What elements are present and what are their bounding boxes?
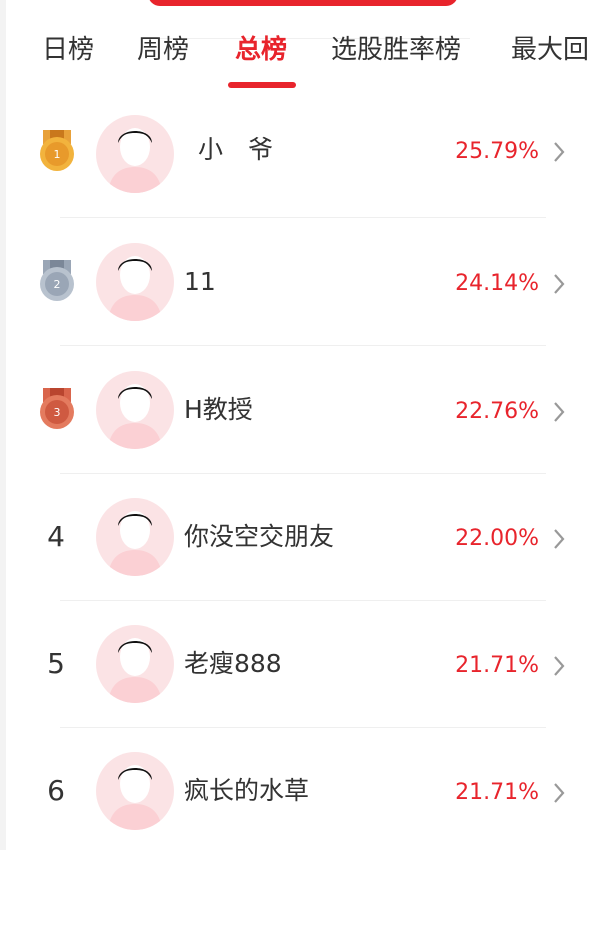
ranking-tabs: 日榜 周榜 总榜 选股胜率榜 最大回 xyxy=(0,18,591,90)
user-name[interactable]: 你没空交朋友 xyxy=(184,519,334,555)
user-name[interactable]: 老瘦888 xyxy=(184,646,282,682)
rank-number: 4 xyxy=(47,520,65,553)
avatar[interactable] xyxy=(96,371,174,449)
return-percentage: 22.00% xyxy=(455,526,539,551)
avatar[interactable] xyxy=(96,115,174,193)
return-percentage: 22.76% xyxy=(455,399,539,424)
user-avatar-icon xyxy=(108,128,162,193)
list-item[interactable]: 5 老瘦888 21.71% xyxy=(0,600,591,728)
user-avatar-icon xyxy=(108,638,162,703)
top-red-button[interactable] xyxy=(148,0,458,6)
active-tab-indicator xyxy=(228,82,296,88)
user-avatar-icon xyxy=(108,765,162,830)
chevron-right-icon[interactable] xyxy=(549,652,569,680)
chevron-right-icon[interactable] xyxy=(549,138,569,166)
user-avatar-icon xyxy=(108,256,162,321)
return-percentage: 21.71% xyxy=(455,653,539,678)
list-item[interactable]: 2 11 24.14% xyxy=(0,218,591,346)
tab-overall[interactable]: 总榜 xyxy=(235,32,287,68)
user-name[interactable]: 11 xyxy=(184,264,216,300)
tab-max-drawdown[interactable]: 最大回 xyxy=(511,32,589,68)
list-item[interactable]: 4 你没空交朋友 22.00% xyxy=(0,473,591,601)
svg-text:1: 1 xyxy=(54,148,61,161)
return-percentage: 21.71% xyxy=(455,780,539,805)
user-name[interactable]: H教授 xyxy=(184,392,253,428)
avatar[interactable] xyxy=(96,243,174,321)
user-name[interactable]: 疯长的水草 xyxy=(184,773,309,809)
chevron-right-icon[interactable] xyxy=(549,779,569,807)
tab-weekly[interactable]: 周榜 xyxy=(137,32,189,68)
list-item[interactable]: 3 H教授 22.76% xyxy=(0,346,591,474)
chevron-right-icon[interactable] xyxy=(549,525,569,553)
return-percentage: 25.79% xyxy=(455,139,539,164)
svg-text:2: 2 xyxy=(54,278,61,291)
chevron-right-icon[interactable] xyxy=(549,270,569,298)
avatar[interactable] xyxy=(96,498,174,576)
user-avatar-icon xyxy=(108,384,162,449)
svg-text:3: 3 xyxy=(54,406,61,419)
rank-number: 6 xyxy=(47,774,65,807)
avatar[interactable] xyxy=(96,752,174,830)
list-item[interactable]: 1 小 爷 25.79% xyxy=(0,90,591,218)
tab-win-rate[interactable]: 选股胜率榜 xyxy=(331,32,461,68)
bronze-medal-icon: 3 xyxy=(40,388,74,429)
silver-medal-icon: 2 xyxy=(40,260,74,301)
user-avatar-icon xyxy=(108,511,162,576)
rank-number: 5 xyxy=(47,647,65,680)
gold-medal-icon: 1 xyxy=(40,130,74,171)
list-item[interactable]: 6 疯长的水草 21.71% xyxy=(0,727,591,854)
avatar[interactable] xyxy=(96,625,174,703)
tab-daily[interactable]: 日榜 xyxy=(42,32,94,68)
chevron-right-icon[interactable] xyxy=(549,398,569,426)
user-name[interactable]: 小 爷 xyxy=(198,132,273,168)
return-percentage: 24.14% xyxy=(455,271,539,296)
